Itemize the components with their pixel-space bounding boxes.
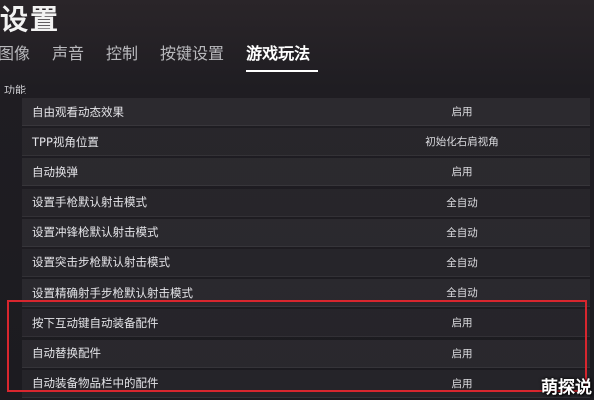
setting-label: TPP视角位置 [32, 134, 99, 149]
setting-row[interactable]: TPP视角位置 初始化右肩视角 [22, 128, 590, 157]
setting-label: 自动装备物品栏中的配件 [32, 376, 159, 391]
tab-gameplay[interactable]: 游戏玩法 [246, 38, 319, 72]
setting-row[interactable]: 设置精确射手步枪默认射击模式 全自动 [22, 279, 590, 308]
setting-label: 设置突击步枪默认射击模式 [32, 255, 170, 270]
setting-label: 自动替换配件 [32, 346, 101, 360]
setting-value[interactable]: 启用 [412, 315, 512, 330]
setting-label: 设置手枪默认射击模式 [32, 195, 147, 210]
setting-value[interactable]: 全自动 [412, 285, 512, 300]
tab-graphics[interactable]: 图像 [0, 38, 38, 72]
setting-value[interactable]: 启用 [412, 164, 512, 179]
setting-label: 设置冲锋枪默认射击模式 [32, 225, 159, 240]
setting-label: 自由观看动态效果 [32, 104, 124, 119]
setting-row[interactable]: 设置手枪默认射击模式 全自动 [22, 188, 590, 217]
setting-value[interactable]: 启用 [412, 376, 512, 391]
setting-label: 设置精确射手步枪默认射击模式 [32, 285, 193, 300]
setting-row[interactable]: 自由观看动态效果 启用 [22, 98, 590, 126]
tab-controls[interactable]: 控制 [106, 38, 146, 72]
setting-label: 自动换弹 [32, 164, 78, 179]
section-label: 功能 [4, 84, 26, 94]
settings-screen: 设置 图像 声音 控制 按键设置 游戏玩法 功能 自由观看动态效果 启用 TPP… [0, 0, 594, 400]
setting-value[interactable]: 启用 [412, 104, 512, 119]
setting-row[interactable]: 按下互动键自动装备配件 启用 [22, 309, 590, 338]
tab-sound[interactable]: 声音 [52, 38, 92, 72]
setting-value[interactable]: 初始化右肩视角 [412, 134, 512, 149]
page-title: 设置 [0, 3, 61, 36]
setting-value[interactable]: 启用 [412, 346, 512, 361]
setting-row[interactable]: 设置冲锋枪默认射击模式 全自动 [22, 218, 590, 247]
setting-value[interactable]: 全自动 [412, 225, 512, 240]
setting-label: 按下互动键自动装备配件 [32, 315, 159, 330]
settings-list: 自由观看动态效果 启用 TPP视角位置 初始化右肩视角 自动换弹 启用 设置手枪… [22, 98, 590, 400]
setting-row[interactable]: 自动替换配件 启用 [22, 339, 590, 368]
setting-row[interactable]: 自动装备物品栏中的配件 启用 [22, 369, 590, 398]
setting-row[interactable]: 自动换弹 启用 [22, 158, 590, 187]
tab-keybindings[interactable]: 按键设置 [160, 38, 232, 72]
setting-value[interactable]: 全自动 [412, 255, 512, 270]
setting-row[interactable]: 设置突击步枪默认射击模式 全自动 [22, 248, 590, 277]
watermark-logo: 萌探说 [541, 378, 592, 398]
tab-bar: 图像 声音 控制 按键设置 游戏玩法 [0, 38, 332, 72]
setting-value[interactable]: 全自动 [412, 195, 512, 210]
